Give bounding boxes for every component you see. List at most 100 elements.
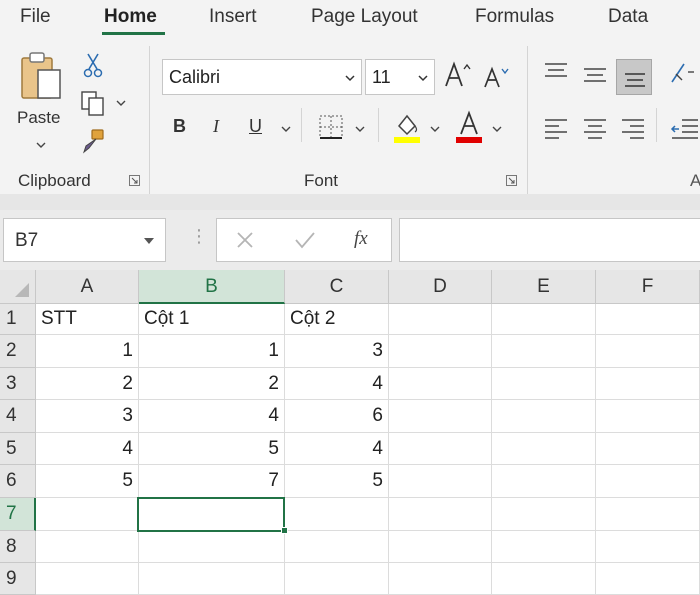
decrease-font-size-icon[interactable] — [482, 64, 510, 90]
row-header-5[interactable]: 5 — [0, 433, 36, 465]
column-header-d[interactable]: D — [389, 270, 492, 304]
tab-file[interactable]: File — [20, 6, 51, 28]
cell-c1[interactable]: Cột 2 — [285, 304, 389, 335]
tab-page-layout[interactable]: Page Layout — [311, 6, 418, 28]
cancel-icon[interactable] — [235, 230, 255, 250]
tab-home[interactable]: Home — [104, 6, 157, 28]
cell-a9[interactable] — [36, 563, 139, 595]
cell-d2[interactable] — [389, 335, 492, 368]
cell-f5[interactable] — [596, 433, 700, 465]
cell-b5[interactable]: 5 — [139, 433, 285, 465]
name-box-dropdown-icon[interactable] — [143, 237, 155, 245]
row-header-6[interactable]: 6 — [0, 465, 36, 498]
cell-d5[interactable] — [389, 433, 492, 465]
cell-c4[interactable]: 6 — [285, 400, 389, 433]
underline-dropdown-icon[interactable] — [281, 126, 291, 132]
cell-d8[interactable] — [389, 531, 492, 563]
column-header-a[interactable]: A — [36, 270, 139, 304]
italic-button[interactable]: I — [213, 116, 219, 137]
cell-e5[interactable] — [492, 433, 596, 465]
cell-f8[interactable] — [596, 531, 700, 563]
borders-icon[interactable] — [318, 114, 344, 140]
cell-e1[interactable] — [492, 304, 596, 335]
borders-dropdown-icon[interactable] — [355, 126, 365, 132]
name-box[interactable]: B7 — [3, 218, 166, 262]
tab-formulas[interactable]: Formulas — [475, 6, 554, 28]
cell-d4[interactable] — [389, 400, 492, 433]
underline-button[interactable]: U — [249, 116, 262, 137]
middle-align-icon[interactable] — [582, 65, 608, 87]
formula-input[interactable] — [399, 218, 700, 262]
row-header-4[interactable]: 4 — [0, 400, 36, 433]
bold-button[interactable]: B — [173, 116, 186, 137]
copy-dropdown-icon[interactable] — [116, 100, 126, 106]
cell-c9[interactable] — [285, 563, 389, 595]
font-size-select[interactable]: 11 — [365, 59, 435, 95]
align-left-icon[interactable] — [543, 118, 569, 140]
clipboard-launcher-icon[interactable] — [129, 175, 140, 186]
row-header-2[interactable]: 2 — [0, 335, 36, 368]
fill-color-icon[interactable] — [393, 110, 421, 144]
decrease-indent-icon[interactable] — [670, 118, 700, 140]
cell-c3[interactable]: 4 — [285, 368, 389, 400]
cell-d9[interactable] — [389, 563, 492, 595]
cell-a2[interactable]: 1 — [36, 335, 139, 368]
cell-d6[interactable] — [389, 465, 492, 498]
tab-insert[interactable]: Insert — [209, 6, 257, 28]
cell-d3[interactable] — [389, 368, 492, 400]
cell-f4[interactable] — [596, 400, 700, 433]
row-header-7[interactable]: 7 — [0, 498, 36, 531]
align-right-icon[interactable] — [620, 118, 646, 140]
cell-f3[interactable] — [596, 368, 700, 400]
cell-c8[interactable] — [285, 531, 389, 563]
cell-c5[interactable]: 4 — [285, 433, 389, 465]
cell-b8[interactable] — [139, 531, 285, 563]
row-header-1[interactable]: 1 — [0, 304, 36, 335]
cell-d1[interactable] — [389, 304, 492, 335]
cell-b1[interactable]: Cột 1 — [139, 304, 285, 335]
column-header-b[interactable]: B — [139, 270, 285, 304]
cell-c6[interactable]: 5 — [285, 465, 389, 498]
cell-e6[interactable] — [492, 465, 596, 498]
cell-b6[interactable]: 7 — [139, 465, 285, 498]
row-header-3[interactable]: 3 — [0, 368, 36, 400]
cell-b2[interactable]: 1 — [139, 335, 285, 368]
cell-e8[interactable] — [492, 531, 596, 563]
cell-b3[interactable]: 2 — [139, 368, 285, 400]
cell-b4[interactable]: 4 — [139, 400, 285, 433]
format-painter-icon[interactable] — [80, 128, 106, 154]
bottom-align-button[interactable] — [616, 59, 652, 95]
cell-a8[interactable] — [36, 531, 139, 563]
cell-e3[interactable] — [492, 368, 596, 400]
cell-e4[interactable] — [492, 400, 596, 433]
fill-color-dropdown-icon[interactable] — [430, 126, 440, 132]
font-color-dropdown-icon[interactable] — [492, 126, 502, 132]
cell-a7[interactable] — [36, 498, 139, 531]
align-center-icon[interactable] — [582, 118, 608, 140]
font-name-select[interactable]: Calibri — [162, 59, 362, 95]
cell-f6[interactable] — [596, 465, 700, 498]
cell-c2[interactable]: 3 — [285, 335, 389, 368]
top-align-icon[interactable] — [543, 62, 569, 84]
font-color-icon[interactable] — [455, 110, 483, 144]
enter-icon[interactable] — [293, 230, 317, 250]
cell-a4[interactable]: 3 — [36, 400, 139, 433]
formula-bar-splitter[interactable]: ⋮ — [190, 226, 208, 247]
cell-a5[interactable]: 4 — [36, 433, 139, 465]
column-header-f[interactable]: F — [596, 270, 700, 304]
tab-data[interactable]: Data — [608, 6, 648, 28]
copy-icon[interactable] — [80, 90, 106, 116]
cell-e9[interactable] — [492, 563, 596, 595]
column-header-c[interactable]: C — [285, 270, 389, 304]
select-all-corner[interactable] — [0, 270, 36, 304]
cell-e7[interactable] — [492, 498, 596, 531]
cell-a6[interactable]: 5 — [36, 465, 139, 498]
cut-icon[interactable] — [82, 52, 104, 78]
column-header-e[interactable]: E — [492, 270, 596, 304]
cell-e2[interactable] — [492, 335, 596, 368]
font-launcher-icon[interactable] — [506, 175, 517, 186]
cell-f1[interactable] — [596, 304, 700, 335]
cell-f9[interactable] — [596, 563, 700, 595]
row-header-9[interactable]: 9 — [0, 563, 36, 595]
cell-f7[interactable] — [596, 498, 700, 531]
